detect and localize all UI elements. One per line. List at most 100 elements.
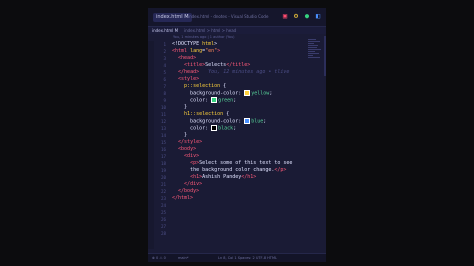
code-line[interactable]: 8 background-color: yellow; — [148, 90, 326, 97]
code-line[interactable]: 4 <title>Selects</title> — [148, 62, 326, 69]
code-text: </head> You, 12 minutes ago • tlive — [178, 69, 290, 75]
code-line[interactable]: 22 </body> — [148, 188, 326, 195]
color-swatch[interactable] — [244, 90, 251, 96]
breadcrumb[interactable]: index.html > html > head — [184, 27, 236, 34]
line-number: 20 — [160, 175, 166, 180]
editor-tab-index-html[interactable]: index.html M — [153, 13, 192, 22]
line-number: 8 — [163, 91, 166, 96]
code-line[interactable]: 14 } — [148, 132, 326, 139]
code-text: <div> — [184, 153, 200, 159]
code-text: </div> — [184, 181, 203, 187]
line-number: 16 — [160, 147, 166, 152]
vertical-scrollbar[interactable] — [324, 36, 326, 76]
layout-icon[interactable]: ▣ — [281, 12, 289, 20]
title-bar: index.html M index.html - dnotes - Visua… — [148, 8, 326, 27]
code-text: <html lang="en"> — [172, 48, 221, 54]
code-line[interactable]: 6 <style> — [148, 76, 326, 83]
code-line[interactable]: 20 <h1>Ashish Pandey</h1> — [148, 174, 326, 181]
code-text: the background color change.</p> — [172, 167, 287, 173]
code-text: <!DOCTYPE html> — [172, 41, 218, 47]
line-number: 10 — [160, 105, 166, 110]
code-line[interactable]: 7 p::selection { — [148, 83, 326, 90]
code-text: p::selection { — [184, 83, 227, 89]
code-line[interactable]: 15 </style> — [148, 139, 326, 146]
code-text: <title>Selects</title> — [184, 62, 251, 68]
code-line[interactable]: 11 h1::selection { — [148, 111, 326, 118]
code-line[interactable]: 9 color: green; — [148, 97, 326, 104]
code-text: </html> — [172, 195, 194, 201]
title-bar-icons: ▣ ⚙ ● ◧ — [281, 12, 322, 20]
code-text: <p>Select some of this text to see — [190, 160, 293, 166]
line-number: 5 — [163, 70, 166, 75]
code-line[interactable]: 1 <!DOCTYPE html> — [148, 41, 326, 48]
code-line[interactable]: 19 the background color change.</p> — [148, 167, 326, 174]
code-text: </style> — [178, 139, 203, 145]
line-number: 1 — [163, 42, 166, 47]
code-line[interactable]: 28 — [148, 230, 326, 237]
code-text: } — [172, 132, 188, 138]
line-number: 23 — [160, 196, 166, 201]
code-text: <h1>Ashish Pandey</h1> — [190, 174, 257, 180]
breadcrumb-bar: index.html M index.html > html > head — [148, 27, 326, 34]
line-number: 3 — [163, 56, 166, 61]
code-line[interactable]: 13 color: black; — [148, 125, 326, 132]
line-number: 2 — [163, 49, 166, 54]
code-line[interactable]: 25 — [148, 209, 326, 216]
account-icon[interactable]: ● — [303, 12, 311, 20]
line-number: 28 — [160, 231, 166, 236]
code-line[interactable]: 18 <p>Select some of this text to see — [148, 160, 326, 167]
code-text: <body> — [178, 146, 197, 152]
code-line[interactable]: 23 </html> — [148, 195, 326, 202]
code-line[interactable]: 24 — [148, 202, 326, 209]
code-line[interactable]: 2 <html lang="en"> — [148, 48, 326, 55]
code-text: h1::selection { — [184, 111, 230, 117]
line-number: 26 — [160, 217, 166, 222]
problems-indicator[interactable]: ⊗ 0 ⚠ 0 — [152, 254, 166, 262]
minimap[interactable] — [308, 38, 324, 78]
window-title: index.html - dnotes - Visual Studio Code — [188, 14, 269, 19]
line-number: 15 — [160, 140, 166, 145]
code-text: } — [172, 104, 188, 110]
code-line[interactable]: 5 </head> You, 12 minutes ago • tlive — [148, 69, 326, 76]
color-swatch[interactable] — [244, 118, 251, 124]
code-line[interactable]: 26 — [148, 216, 326, 223]
git-blame-hint: You, 1 minutes ago | 1 author (You) — [173, 35, 235, 39]
line-number: 17 — [160, 154, 166, 159]
code-line[interactable]: 27 — [148, 223, 326, 230]
status-info[interactable]: Ln 8, Col 1 Spaces: 2 UTF-8 HTML — [218, 254, 277, 262]
code-line[interactable]: 10 } — [148, 104, 326, 111]
line-number: 12 — [160, 119, 166, 124]
line-number: 27 — [160, 224, 166, 229]
code-line[interactable]: 3 <head> — [148, 55, 326, 62]
inline-blame: You, 12 minutes ago • tlive — [199, 69, 290, 75]
line-number: 21 — [160, 182, 166, 187]
code-line[interactable]: 21 </div> — [148, 181, 326, 188]
code-line[interactable]: 17 <div> — [148, 153, 326, 160]
line-number: 25 — [160, 210, 166, 215]
git-branch[interactable]: main* — [178, 254, 189, 262]
color-swatch[interactable] — [211, 125, 218, 131]
vscode-window: index.html M index.html - dnotes - Visua… — [148, 8, 326, 262]
line-number: 9 — [163, 98, 166, 103]
line-number: 4 — [163, 63, 166, 68]
settings-icon[interactable]: ⚙ — [292, 12, 300, 20]
window-icon[interactable]: ◧ — [314, 12, 322, 20]
code-line[interactable]: 16 <body> — [148, 146, 326, 153]
line-number: 7 — [163, 84, 166, 89]
line-number: 13 — [160, 126, 166, 131]
color-swatch[interactable] — [211, 97, 218, 103]
line-number: 24 — [160, 203, 166, 208]
line-number: 11 — [160, 112, 166, 117]
code-line[interactable]: 12 background-color: blue; — [148, 118, 326, 125]
code-text: <style> — [178, 76, 200, 82]
line-number: 19 — [160, 168, 166, 173]
status-bar: ⊗ 0 ⚠ 0 main* Ln 8, Col 1 Spaces: 2 UTF-… — [148, 253, 326, 262]
code-editor[interactable]: 1 <!DOCTYPE html> 2 <html lang="en"> 3 <head… — [148, 41, 326, 249]
code-text: <head> — [178, 55, 197, 61]
line-number: 22 — [160, 189, 166, 194]
line-number: 18 — [160, 161, 166, 166]
active-file-label[interactable]: index.html M — [152, 27, 178, 34]
line-number: 14 — [160, 133, 166, 138]
code-text: </body> — [178, 188, 200, 194]
line-number: 6 — [163, 77, 166, 82]
